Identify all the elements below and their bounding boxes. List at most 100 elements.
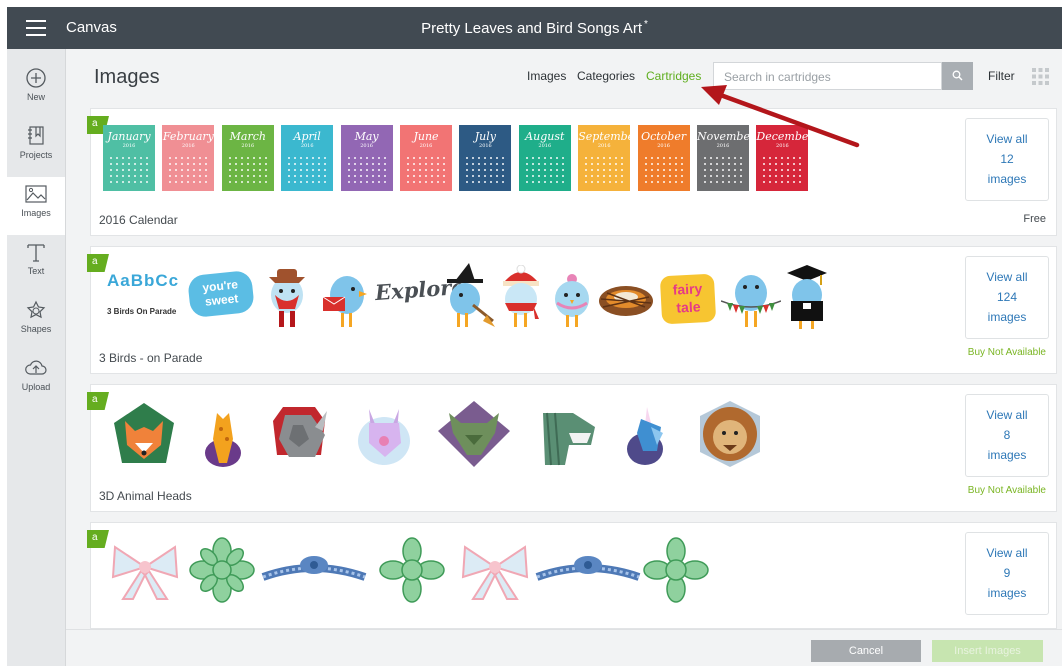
pink-bird-art (555, 274, 589, 327)
sidebar-item-new[interactable]: New (7, 61, 65, 119)
cowboy-bird-art (269, 269, 305, 327)
sidebar-item-projects[interactable]: Projects (7, 119, 65, 177)
filter-button[interactable]: Filter (988, 69, 1015, 83)
gift-bow-art (379, 537, 445, 603)
calendar-day-grid (167, 155, 210, 187)
grid-view-icon[interactable] (1032, 68, 1049, 85)
calendar-day-grid (464, 155, 507, 187)
calendar-year-label: 2016 (122, 143, 136, 149)
cartridge-name: 3D Animal Heads (99, 489, 192, 503)
image-count: 8 (1003, 428, 1011, 442)
cartridge-name: 3 Birds - on Parade (99, 351, 203, 365)
price-status: Free (1023, 213, 1046, 225)
document-title[interactable]: Pretty Leaves and Bird Songs Art * (7, 19, 1062, 37)
calendar-month-thumbnail: January 2016 (103, 125, 155, 191)
sidebar-item-label: New (26, 92, 45, 102)
search-icon (952, 70, 963, 81)
sidebar-item-images[interactable]: Images (7, 177, 65, 235)
view-all-label: View all (986, 408, 1028, 422)
calendar-month-thumbnail: October 2016 (637, 125, 690, 191)
calendar-day-grid (405, 155, 447, 187)
view-all-label: View all (986, 546, 1028, 560)
tab-categories[interactable]: Categories (577, 69, 635, 83)
calendar-month-thumbnail: March 2016 (221, 125, 274, 191)
calendar-month-label: August (525, 130, 565, 143)
calendar-month-thumbnail: August 2016 (518, 125, 571, 191)
calendar-year-label: 2016 (538, 143, 552, 149)
cancel-button[interactable]: Cancel (811, 640, 921, 662)
calendar-month-label: July (474, 130, 496, 143)
search-button[interactable] (942, 62, 973, 90)
calendar-month-label: January (107, 130, 151, 143)
price-status: Buy Not Available (967, 485, 1046, 496)
cartridge-thumbnails (103, 537, 723, 607)
footer-bar: Cancel Insert Images (66, 629, 1062, 666)
view-all-button[interactable]: View all 9 images (965, 532, 1049, 615)
calendar-month-thumbnail: September2016 (578, 125, 631, 191)
ribbon-bow-art (111, 545, 179, 600)
sidebar-item-text[interactable]: Text (7, 235, 65, 293)
lace-ribbon-art (535, 556, 641, 581)
tab-cartridges[interactable]: Cartridges (646, 69, 701, 83)
image-count: 124 (996, 290, 1018, 304)
plus-circle-icon (26, 68, 46, 88)
lion-head-art (700, 401, 760, 467)
main-panel: Images Images Categories Cartridges Sear… (66, 49, 1062, 666)
calendar-day-grid (642, 155, 685, 187)
calendar-month-thumbnail: June 2016 (400, 125, 452, 191)
winter-bird-art (503, 265, 539, 327)
calendar-year-label: 2016 (241, 143, 255, 149)
calendar-year-label: 2016 (597, 143, 611, 149)
mail-bird-art (322, 276, 367, 327)
page-title: Images (94, 66, 160, 88)
lace-ribbon-art (261, 556, 367, 581)
wolf-head-art (438, 401, 510, 467)
image-count: 12 (1000, 152, 1014, 166)
annotation-arrow-icon (701, 85, 860, 148)
price-status: Buy Not Available (967, 347, 1046, 358)
unicorn-bunny-head-art (358, 409, 410, 465)
calendar-month-label: June (413, 130, 439, 143)
cartridge-thumbnails (103, 399, 803, 469)
sidebar-item-label: Images (21, 208, 51, 218)
view-all-button[interactable]: View all 8 images (965, 394, 1049, 477)
calendar-day-grid (286, 155, 329, 187)
cartridge-card-bows[interactable]: a View all 9 images (87, 522, 1057, 629)
witch-bird-art (447, 263, 495, 327)
sidebar-item-upload[interactable]: Upload (7, 351, 65, 409)
graduate-bird-art (787, 265, 827, 329)
view-all-unit: images (987, 448, 1027, 462)
sidebar-item-label: Upload (21, 382, 51, 392)
calendar-year-label: 2016 (360, 143, 373, 149)
sweet-phrase-art: you're sweet (186, 269, 256, 319)
cartridge-card-animal-heads[interactable]: a 3D Animal Heads View all 8 images Buy … (87, 384, 1057, 512)
image-count: 9 (1003, 566, 1011, 580)
calendar-day-grid (702, 155, 744, 187)
fox-head-art (114, 403, 174, 463)
calendar-month-label: September (578, 130, 630, 143)
projects-icon (28, 126, 44, 145)
calendar-month-label: March (229, 130, 266, 143)
calendar-month-label: May (354, 130, 379, 143)
cartridge-card-calendar[interactable]: a January 2016 February 2016 March 2016 April 2… (87, 108, 1057, 236)
cartridge-card-birds[interactable]: a AaBbCc 3 Birds On Parade you're sweet … (87, 246, 1057, 374)
insert-images-button[interactable]: Insert Images (932, 640, 1043, 662)
cartridge-caption-art: 3 Birds On Parade (107, 307, 177, 316)
calendar-day-grid (108, 155, 150, 187)
view-all-unit: images (987, 310, 1027, 324)
sidebar: New Projects Images Text Shapes Upload (7, 49, 66, 666)
image-icon (25, 185, 47, 203)
nest-art (599, 286, 653, 316)
dinosaur-head-art (543, 412, 595, 466)
tab-images[interactable]: Images (527, 69, 566, 83)
view-all-button[interactable]: View all 124 images (965, 256, 1049, 339)
view-all-label: View all (986, 132, 1028, 146)
view-all-button[interactable]: View all 12 images (965, 118, 1049, 201)
calendar-day-grid (583, 155, 626, 187)
calendar-year-label: 2016 (419, 143, 433, 149)
calendar-day-grid (345, 155, 388, 187)
cartridge-name: 2016 Calendar (99, 213, 178, 227)
view-all-unit: images (987, 586, 1027, 600)
upload-cloud-icon (25, 360, 47, 375)
sidebar-item-shapes[interactable]: Shapes (7, 293, 65, 351)
